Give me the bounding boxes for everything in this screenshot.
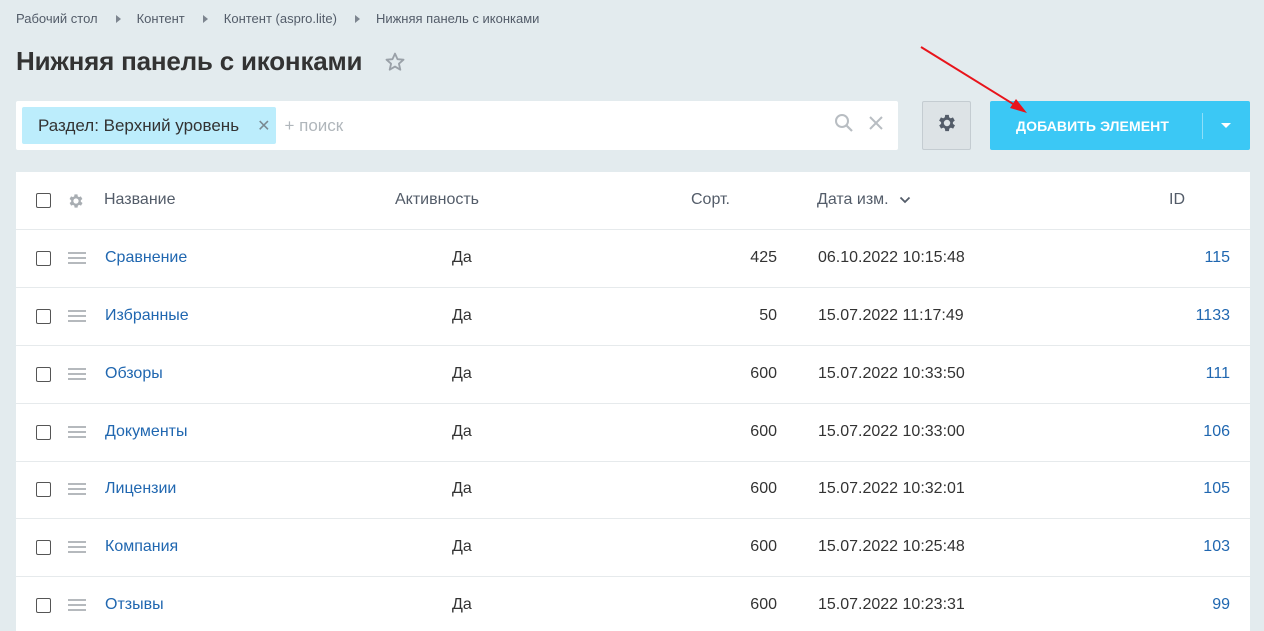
table-row[interactable]: Документы Да 600 15.07.2022 10:33:00 106 <box>16 404 1250 462</box>
table-row[interactable]: Лицензии Да 600 15.07.2022 10:32:01 105 <box>16 461 1250 519</box>
element-name-link[interactable]: Избранные <box>105 307 189 325</box>
element-name-link[interactable]: Лицензии <box>105 480 176 498</box>
element-name-link[interactable]: Компания <box>105 538 178 556</box>
element-date: 15.07.2022 10:32:01 <box>818 480 965 497</box>
search-input[interactable]: + поиск <box>284 116 343 136</box>
breadcrumb-separator-icon <box>202 14 208 23</box>
breadcrumb-item-current[interactable]: Нижняя панель с иконками <box>376 11 539 26</box>
table-row[interactable]: Отзывы Да 600 15.07.2022 10:23:31 99 <box>16 577 1250 631</box>
elements-table: Название Активность Сорт. Дата изм. ID С… <box>16 172 1250 631</box>
breadcrumb-item-desktop[interactable]: Рабочий стол <box>16 11 98 26</box>
element-id-link[interactable]: 99 <box>1136 596 1230 614</box>
row-checkbox[interactable] <box>36 251 51 266</box>
chevron-down-icon[interactable] <box>1221 123 1231 128</box>
table-row[interactable]: Обзоры Да 600 15.07.2022 10:33:50 111 <box>16 346 1250 404</box>
select-all-checkbox[interactable] <box>36 193 51 208</box>
element-name-link[interactable]: Сравнение <box>105 249 187 267</box>
element-sort: 600 <box>750 596 777 613</box>
column-header-id[interactable]: ID <box>1169 191 1185 209</box>
element-name-link[interactable]: Документы <box>105 423 187 441</box>
filter-actions <box>834 101 884 150</box>
sort-desc-chevron-icon <box>899 191 911 209</box>
add-element-label: ДОБАВИТЬ ЭЛЕМЕНТ <box>1016 117 1170 134</box>
element-id-link[interactable]: 1133 <box>1136 307 1230 325</box>
filter-tag-remove-icon[interactable]: ✕ <box>257 116 270 136</box>
element-sort: 600 <box>750 423 777 440</box>
column-settings-gear-icon[interactable] <box>67 192 85 215</box>
element-name-link[interactable]: Отзывы <box>105 596 164 614</box>
element-id-link[interactable]: 111 <box>1136 365 1230 383</box>
page-title: Нижняя панель с иконками <box>16 46 363 76</box>
drag-handle-icon[interactable] <box>68 252 86 267</box>
element-date: 06.10.2022 10:15:48 <box>818 249 965 266</box>
gear-icon <box>936 112 958 139</box>
element-id-link[interactable]: 106 <box>1136 423 1230 441</box>
element-active: Да <box>452 538 472 555</box>
row-checkbox[interactable] <box>36 598 51 613</box>
drag-handle-icon[interactable] <box>68 426 86 441</box>
row-checkbox[interactable] <box>36 540 51 555</box>
table-row[interactable]: Сравнение Да 425 06.10.2022 10:15:48 115 <box>16 230 1250 288</box>
element-id-link[interactable]: 105 <box>1136 480 1230 498</box>
element-date: 15.07.2022 10:33:50 <box>818 365 965 382</box>
drag-handle-icon[interactable] <box>68 310 86 325</box>
clear-icon[interactable] <box>868 115 884 136</box>
add-element-button[interactable]: ДОБАВИТЬ ЭЛЕМЕНТ <box>990 101 1250 150</box>
row-checkbox[interactable] <box>36 482 51 497</box>
element-active: Да <box>452 423 472 440</box>
column-header-active[interactable]: Активность <box>395 191 479 209</box>
element-active: Да <box>452 480 472 497</box>
element-sort: 600 <box>750 480 777 497</box>
drag-handle-icon[interactable] <box>68 599 86 614</box>
column-header-date[interactable]: Дата изм. <box>817 191 911 209</box>
column-header-date-label: Дата изм. <box>817 191 889 209</box>
element-id-link[interactable]: 103 <box>1136 538 1230 556</box>
search-icon[interactable] <box>834 113 854 138</box>
element-date: 15.07.2022 10:33:00 <box>818 423 965 440</box>
title-row: Нижняя панель с иконками <box>16 46 406 77</box>
breadcrumb-separator-icon <box>354 14 360 23</box>
element-active: Да <box>452 249 472 266</box>
element-sort: 600 <box>750 538 777 555</box>
element-date: 15.07.2022 10:25:48 <box>818 538 965 555</box>
button-divider <box>1202 113 1203 139</box>
filter-search-box[interactable]: Раздел: Верхний уровень ✕ + поиск <box>16 101 898 150</box>
filter-tag-label: Раздел: Верхний уровень <box>38 115 240 135</box>
element-active: Да <box>452 596 472 613</box>
breadcrumb-separator-icon <box>115 14 121 23</box>
element-sort: 425 <box>750 249 777 266</box>
breadcrumb-item-content[interactable]: Контент <box>137 11 185 26</box>
table-row[interactable]: Избранные Да 50 15.07.2022 11:17:49 1133 <box>16 288 1250 346</box>
element-active: Да <box>452 365 472 382</box>
column-header-name[interactable]: Название <box>104 191 176 209</box>
element-sort: 50 <box>759 307 777 324</box>
column-header-sort[interactable]: Сорт. <box>691 191 730 209</box>
settings-button[interactable] <box>922 101 971 150</box>
element-date: 15.07.2022 11:17:49 <box>818 307 964 324</box>
table-header: Название Активность Сорт. Дата изм. ID <box>16 172 1250 230</box>
table-row[interactable]: Компания Да 600 15.07.2022 10:25:48 103 <box>16 519 1250 577</box>
element-active: Да <box>452 307 472 324</box>
drag-handle-icon[interactable] <box>68 368 86 383</box>
filter-tag[interactable]: Раздел: Верхний уровень ✕ <box>22 107 277 144</box>
drag-handle-icon[interactable] <box>68 541 86 556</box>
star-icon[interactable] <box>384 51 406 73</box>
breadcrumb: Рабочий стол Контент Контент (aspro.lite… <box>16 11 539 26</box>
drag-handle-icon[interactable] <box>68 483 86 498</box>
breadcrumb-item-content-aspro[interactable]: Контент (aspro.lite) <box>224 11 337 26</box>
element-date: 15.07.2022 10:23:31 <box>818 596 965 613</box>
row-checkbox[interactable] <box>36 367 51 382</box>
element-id-link[interactable]: 115 <box>1136 249 1230 267</box>
element-name-link[interactable]: Обзоры <box>105 365 163 383</box>
element-sort: 600 <box>750 365 777 382</box>
row-checkbox[interactable] <box>36 309 51 324</box>
row-checkbox[interactable] <box>36 425 51 440</box>
